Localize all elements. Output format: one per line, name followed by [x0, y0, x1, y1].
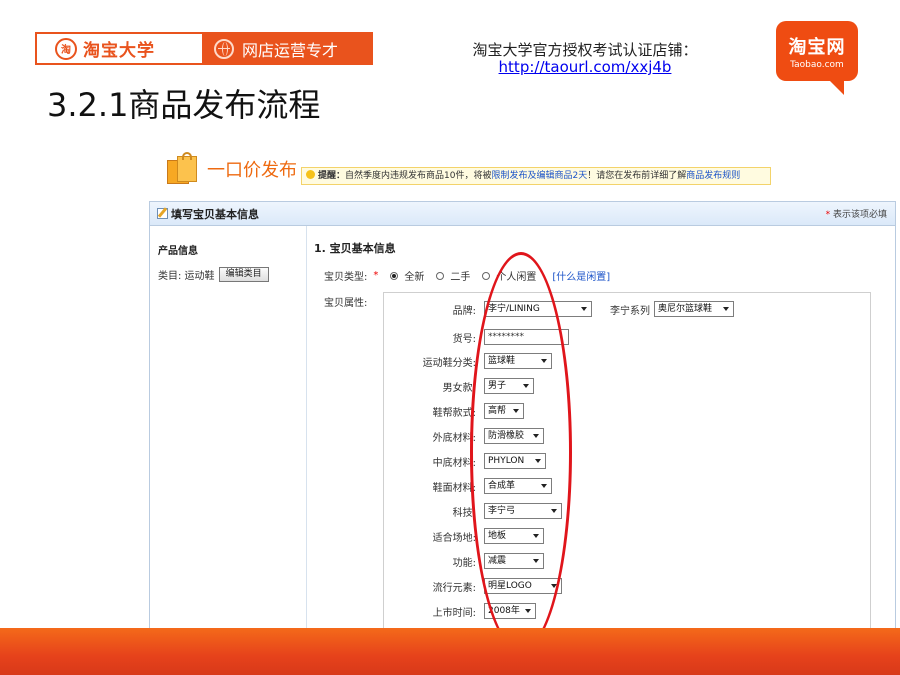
item-number-input[interactable]: ********	[484, 329, 569, 345]
attr-row-technology: 科技: 李宁弓	[384, 502, 870, 520]
taobao-logo: 淘宝网 Taobao.com	[776, 21, 858, 95]
attr-label: 货号:	[452, 333, 476, 345]
launch-date-select[interactable]: 2008年	[484, 603, 536, 619]
attr-label: 品牌:	[452, 305, 476, 317]
attr-row-brand: 品牌: 李宁/LINING 李宁系列 奥尼尔篮球鞋	[384, 300, 870, 318]
brand-right-text: 网店运营专才	[242, 40, 339, 60]
attr-label: 上市时间:	[432, 607, 476, 619]
edit-category-button[interactable]: 编辑类目	[218, 267, 269, 282]
attr-row-launch-date: 上市时间: 2008年	[384, 602, 870, 620]
brand-left: 淘 淘宝大学	[37, 34, 202, 63]
attr-row-outsole: 外底材料: 防滑橡胶	[384, 427, 870, 445]
upper-material-select[interactable]: 合成革	[484, 478, 552, 494]
attr-label: 鞋帮款式:	[432, 407, 476, 419]
trend-select[interactable]: 明星LOGO	[484, 578, 562, 594]
attr-row-midsole: 中底材料: PHYLON	[384, 452, 870, 470]
notice-bold: 提醒：	[318, 171, 346, 181]
panel-header: 填写宝贝基本信息 * 表示该项必填	[150, 202, 895, 226]
brand-left-text: 淘宝大学	[83, 41, 155, 61]
notice-text-2: ！请您在发布前详细了解	[587, 171, 687, 181]
gender-select[interactable]: 男子	[484, 378, 534, 394]
bottom-color-band	[0, 628, 900, 675]
auth-store-text: 淘宝大学官方授权考试认证店铺：	[472, 41, 698, 59]
technology-select[interactable]: 李宁弓	[484, 503, 562, 519]
attr-label: 男女款:	[442, 382, 476, 394]
item-attributes-box: 品牌: 李宁/LINING 李宁系列 奥尼尔篮球鞋 货号: ******** 运…	[383, 292, 871, 630]
category-row: 类目: 运动鞋 编辑类目	[158, 267, 306, 282]
outsole-select[interactable]: 防滑橡胶	[484, 428, 544, 444]
attr-row-upper-material: 鞋面材料: 合成革	[384, 477, 870, 495]
midsole-select[interactable]: PHYLON	[484, 453, 546, 469]
item-type-row: 宝贝类型: * 全新 二手 个人闲置 [什么是闲置]	[324, 268, 610, 283]
panel-title: 填写宝贝基本信息	[171, 207, 259, 221]
attr-row-function: 功能: 减震	[384, 552, 870, 570]
publish-title: 一口价发布	[207, 160, 297, 181]
notice-link-restrict[interactable]: 限制发布及编辑商品2天	[491, 171, 587, 181]
taobao-university-banner: 淘 淘宝大学 网店运营专才	[35, 32, 373, 65]
attr-label: 流行元素:	[432, 582, 476, 594]
radio-idle[interactable]	[482, 271, 491, 280]
auth-store-link[interactable]: http://taourl.com/xxj4b	[420, 58, 750, 76]
product-info-sidebar: 产品信息 类目: 运动鞋 编辑类目	[150, 226, 307, 630]
brand-select[interactable]: 李宁/LINING	[484, 301, 592, 317]
radio-used[interactable]	[436, 271, 445, 280]
series-select[interactable]: 奥尼尔篮球鞋	[654, 301, 734, 317]
attr-label: 鞋面材料:	[432, 482, 476, 494]
section-title: 1. 宝贝基本信息	[314, 242, 396, 255]
series-label: 李宁系列	[610, 305, 650, 317]
attr-label: 功能:	[452, 557, 476, 569]
form-main: 1. 宝贝基本信息 宝贝类型: * 全新 二手 个人闲置 [什么是闲置] 宝贝属…	[307, 226, 895, 630]
taobao-logo-cn: 淘宝网	[788, 37, 846, 58]
publish-header: 一口价发布	[165, 152, 297, 186]
attr-row-upper-style: 鞋帮款式: 高帮	[384, 402, 870, 420]
bulb-icon	[306, 170, 315, 179]
attr-label: 中底材料:	[432, 457, 476, 469]
category-label: 类目: 运动鞋	[158, 271, 215, 282]
attr-row-trend: 流行元素: 明星LOGO	[384, 577, 870, 595]
attr-row-court: 适合场地: 地板	[384, 527, 870, 545]
item-info-panel: 填写宝贝基本信息 * 表示该项必填 产品信息 类目: 运动鞋 编辑类目 1. 宝…	[149, 201, 896, 631]
taobao-logo-en: Taobao.com	[790, 60, 844, 70]
attr-label: 适合场地:	[432, 532, 476, 544]
what-is-idle-link[interactable]: [什么是闲置]	[552, 268, 610, 283]
notice-link-rules[interactable]: 商品发布规则	[686, 171, 740, 181]
upper-style-select[interactable]: 高帮	[484, 403, 524, 419]
slide-title: 3.2.1商品发布流程	[47, 86, 321, 124]
brand-right: 网店运营专才	[202, 34, 371, 63]
shopping-bag-icon	[165, 152, 199, 186]
required-star: *	[373, 270, 379, 281]
attr-label: 科技:	[452, 507, 476, 519]
notice-text-1: 自然季度内违规发布商品10件，将被	[345, 171, 492, 181]
radio-used-label: 二手	[450, 272, 471, 283]
radio-new[interactable]	[390, 271, 399, 280]
attr-row-item-no: 货号: ********	[384, 328, 870, 346]
attr-row-gender: 男女款: 男子	[384, 377, 870, 395]
item-attributes-label: 宝贝属性:	[324, 298, 368, 309]
publish-notice: 提醒：自然季度内违规发布商品10件，将被限制发布及编辑商品2天！请您在发布前详细…	[301, 167, 771, 185]
attr-label: 外底材料:	[432, 432, 476, 444]
university-seal-icon: 淘	[55, 37, 77, 60]
edit-icon	[157, 208, 168, 219]
required-note: * 表示该项必填	[825, 210, 887, 220]
radio-idle-label: 个人闲置	[496, 272, 537, 283]
sidebar-title: 产品信息	[158, 246, 198, 257]
function-select[interactable]: 减震	[484, 553, 544, 569]
radio-new-label: 全新	[404, 272, 425, 283]
attr-label: 运动鞋分类:	[422, 357, 476, 369]
court-select[interactable]: 地板	[484, 528, 544, 544]
globe-icon	[214, 38, 234, 59]
shoe-category-select[interactable]: 篮球鞋	[484, 353, 552, 369]
item-type-label: 宝贝类型:	[324, 272, 368, 283]
attr-row-shoe-category: 运动鞋分类: 篮球鞋	[384, 352, 870, 370]
